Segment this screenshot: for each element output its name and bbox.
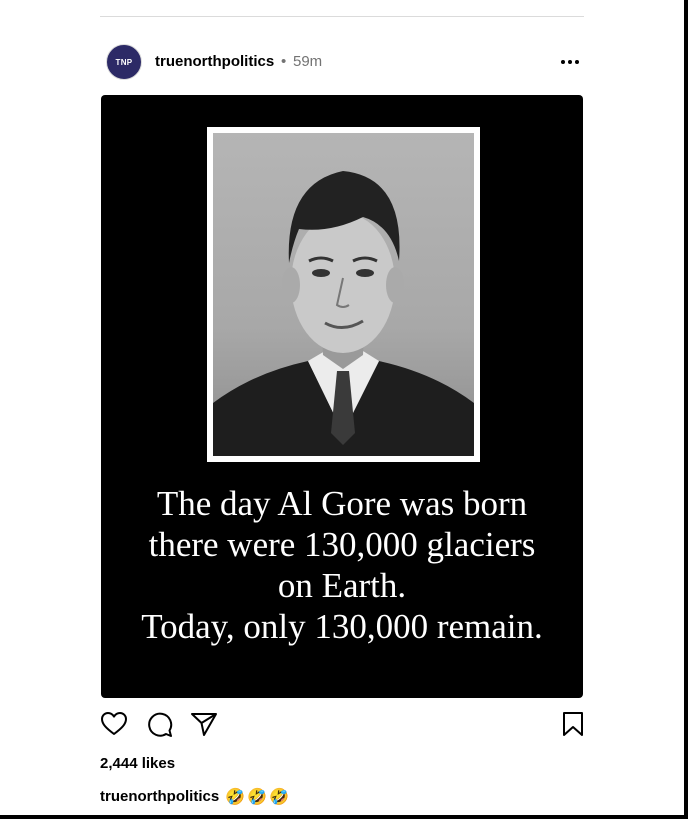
- portrait-photo: [213, 133, 474, 456]
- caption-username[interactable]: truenorthpolitics: [100, 788, 219, 805]
- feed-divider: [100, 16, 584, 17]
- rofl-emoji: 🤣: [225, 786, 246, 806]
- window-edge-right: [684, 0, 688, 819]
- share-icon[interactable]: [190, 710, 220, 740]
- image-text-line: Today, only 130,000 remain.: [141, 607, 543, 646]
- portrait-frame: [207, 127, 480, 462]
- image-text-line: on Earth.: [277, 566, 407, 605]
- avatar-logo-text: TNP: [115, 57, 133, 67]
- portrait-illustration: [213, 171, 474, 456]
- image-text-line: there were 130,000 glaciers: [148, 525, 536, 564]
- comment-icon[interactable]: [145, 710, 175, 740]
- post-time[interactable]: 59m: [293, 53, 322, 70]
- post-image[interactable]: The day Al Gore was born there were 130,…: [101, 95, 583, 698]
- rofl-emoji: 🤣: [269, 786, 289, 806]
- image-text-line: The day Al Gore was born: [156, 484, 528, 523]
- post-header: TNP truenorthpolitics • 59m: [100, 40, 584, 84]
- rofl-emoji: 🤣: [247, 786, 268, 806]
- bookmark-icon[interactable]: [560, 710, 590, 740]
- post-caption: truenorthpolitics 🤣 🤣 🤣: [100, 785, 291, 807]
- avatar[interactable]: TNP: [106, 44, 142, 80]
- window-edge-bottom: [0, 815, 688, 819]
- more-options-icon[interactable]: [556, 50, 584, 74]
- more-dot: [561, 60, 565, 64]
- heart-icon[interactable]: [100, 710, 130, 740]
- post-username[interactable]: truenorthpolitics: [155, 53, 274, 70]
- image-caption-text: The day Al Gore was born there were 130,…: [101, 483, 583, 647]
- separator-dot: •: [281, 53, 287, 70]
- likes-count[interactable]: 2,444 likes: [100, 755, 175, 772]
- more-dot: [575, 60, 579, 64]
- more-dot: [568, 60, 572, 64]
- action-bar: [100, 710, 584, 740]
